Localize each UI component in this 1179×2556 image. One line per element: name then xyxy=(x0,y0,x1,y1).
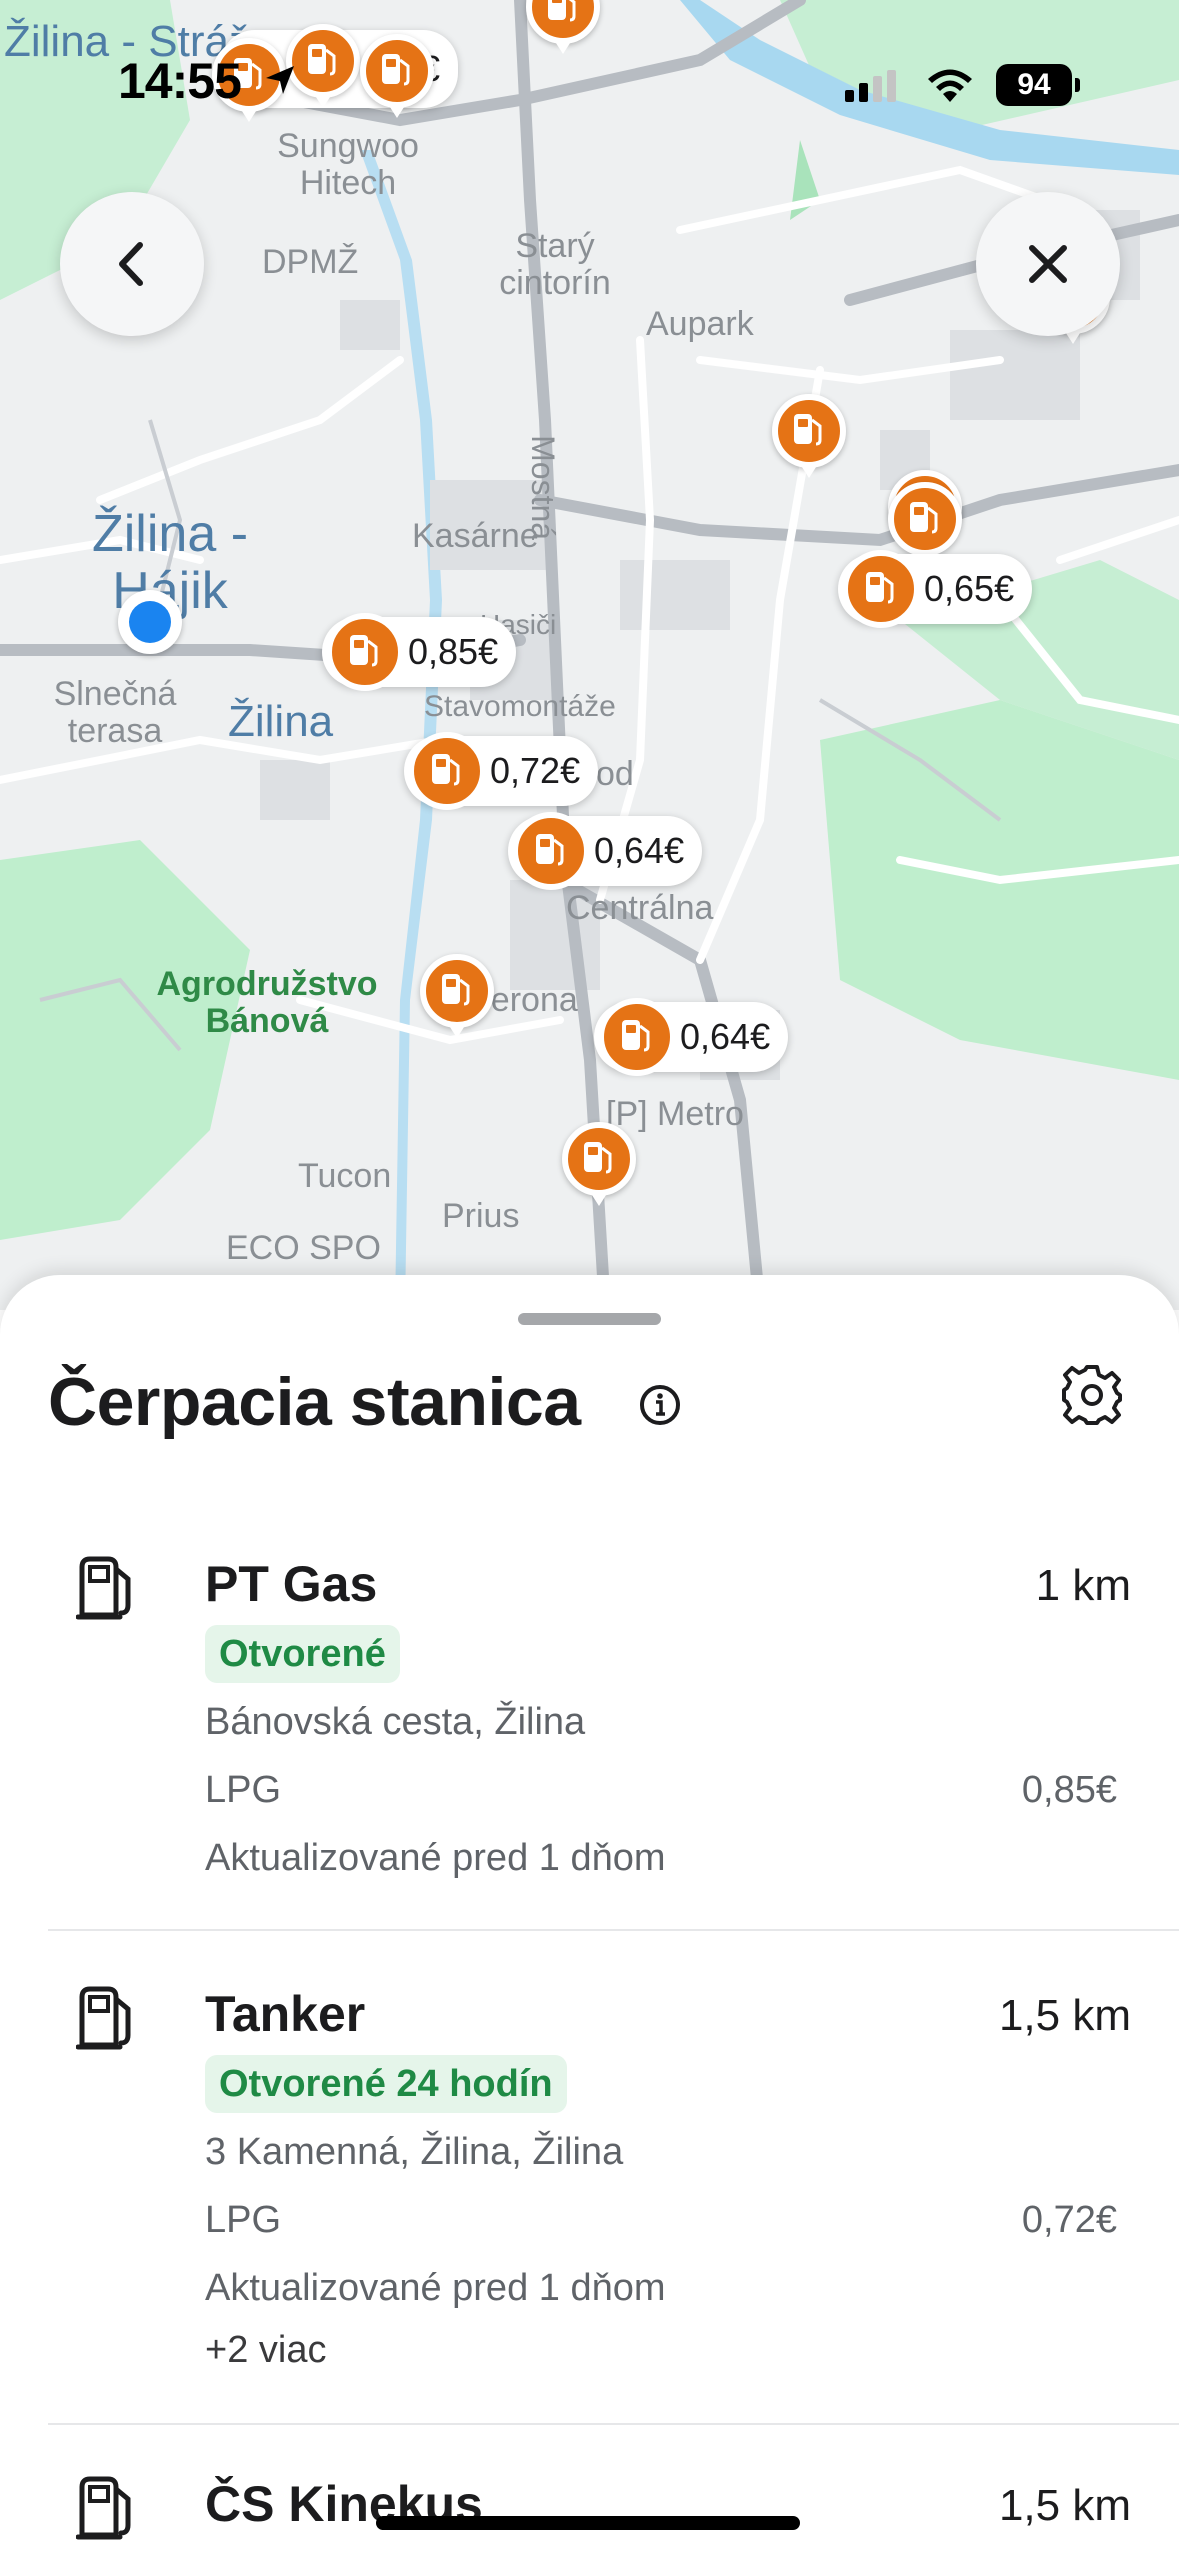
station-address: Bánovská cesta, Žilina xyxy=(205,1701,586,1743)
updated-text: Aktualizované pred 1 dňom xyxy=(205,1837,666,1879)
map-price-pin[interactable]: 0,64€ xyxy=(594,998,789,1076)
price-label: 0,65€ xyxy=(924,568,1015,609)
divider xyxy=(48,1929,1179,1931)
map-label-metro: [P] Metro xyxy=(606,1095,744,1133)
fuel-pump-icon xyxy=(432,754,460,786)
chevron-left-icon xyxy=(119,242,143,286)
fuel-pump-icon xyxy=(794,414,822,446)
map-price-pin[interactable]: 0,72€ xyxy=(404,732,599,810)
price-label: 0,85€ xyxy=(408,631,499,672)
station-distance: 1,5 km xyxy=(998,1991,1131,2040)
map-fuel-pin[interactable] xyxy=(888,482,962,566)
map-label-stavomontaze: Stavomontáže xyxy=(424,690,616,723)
back-button[interactable] xyxy=(60,192,204,336)
map-label-centralna: Centrálna xyxy=(566,889,714,927)
location-arrow-icon xyxy=(266,66,294,94)
updated-text: Aktualizované pred 1 dňom xyxy=(205,2267,666,2309)
more-link[interactable]: +2 viac xyxy=(205,2329,326,2372)
fuel-pump-icon xyxy=(910,502,938,534)
map-fuel-pin xyxy=(326,613,404,691)
map-fuel-pin xyxy=(598,998,676,1076)
status-time: 14:55 xyxy=(118,53,242,109)
price-label: 0,64€ xyxy=(594,830,685,871)
map-label-od: od xyxy=(596,755,634,793)
map-fuel-pin[interactable] xyxy=(772,394,846,478)
map-label-aupark: Aupark xyxy=(646,305,754,343)
map-base xyxy=(0,0,1179,1310)
map-fuel-pin xyxy=(512,812,590,890)
fuel-pump-icon xyxy=(350,635,378,667)
map-fuel-pin xyxy=(842,550,920,628)
fuel-pump-icon xyxy=(442,974,470,1006)
fuel-type: LPG xyxy=(205,1769,282,1811)
map-view[interactable]: Žilina - Strážov Sungwoo Hitech DPMŽ Sta… xyxy=(0,0,1179,1310)
sheet-grabber[interactable] xyxy=(518,1313,661,1325)
map-label-kasarne: Kasárne xyxy=(412,517,539,555)
station-name: Tanker xyxy=(205,1986,366,2042)
cellular-signal-icon xyxy=(845,70,896,102)
divider xyxy=(48,2423,1179,2425)
map-price-pin[interactable]: 0,64€ xyxy=(508,812,703,890)
fuel-price: 0,85€ xyxy=(1021,1769,1117,1811)
map-label-zilina: Žilina xyxy=(228,697,334,746)
info-icon[interactable] xyxy=(638,1383,682,1427)
fuel-pump-icon xyxy=(584,1142,612,1174)
fuel-pump-icon xyxy=(866,572,894,604)
sheet-title: Čerpacia stanica xyxy=(48,1364,581,1440)
station-distance: 1 km xyxy=(1035,1561,1131,1610)
user-location-dot xyxy=(118,590,182,654)
station-name: PT Gas xyxy=(205,1556,378,1612)
fuel-pump-icon xyxy=(622,1020,650,1052)
map-price-pin[interactable]: 0,65€ xyxy=(838,550,1033,628)
map-label-prius: Prius xyxy=(442,1197,520,1235)
map-label-agrodruzstvo: Agrodružstvo Bánová xyxy=(156,965,378,1041)
map-fuel-pin[interactable] xyxy=(562,1122,636,1206)
wifi-icon xyxy=(928,69,972,102)
fuel-type: LPG xyxy=(205,2199,282,2241)
bottom-sheet[interactable]: Čerpacia stanica PT Gas 1 km Otvorené Bá… xyxy=(0,1275,1179,2556)
fuel-pump-icon xyxy=(76,1556,131,1620)
map-label-eco-spo: ECO SPO xyxy=(226,1229,381,1267)
battery-indicator: 94 xyxy=(996,64,1080,106)
fuel-price: 0,72€ xyxy=(1021,2199,1117,2241)
price-label: 0,64€ xyxy=(680,1016,771,1057)
price-label: 0,72€ xyxy=(490,750,581,791)
fuel-pump-icon xyxy=(536,834,564,866)
status-badge: Otvorené 24 hodín xyxy=(205,2055,567,2113)
map-price-pin[interactable]: 0,85€ xyxy=(322,613,517,691)
station-distance: 1,5 km xyxy=(998,2481,1131,2530)
station-address: 3 Kamenná, Žilina, Žilina xyxy=(205,2131,624,2173)
close-icon xyxy=(1029,245,1067,283)
map-fuel-pin[interactable] xyxy=(420,954,494,1038)
gear-icon[interactable] xyxy=(1060,1363,1124,1427)
fuel-pump-icon xyxy=(76,1986,131,2050)
map-label-dpmz: DPMŽ xyxy=(262,243,359,281)
map-label-slnecna: Slnečná terasa xyxy=(53,675,177,751)
home-indicator[interactable] xyxy=(376,2516,800,2530)
map-fuel-pin xyxy=(408,732,486,810)
map-label-stary-cintorin: Starý cintorín xyxy=(499,227,611,303)
map-label-tucon: Tucon xyxy=(298,1157,392,1195)
fuel-pump-icon xyxy=(76,2476,131,2540)
status-badge: Otvorené xyxy=(205,1625,400,1683)
status-bar: 14:55 94 xyxy=(0,0,1179,150)
close-button[interactable] xyxy=(976,192,1120,336)
